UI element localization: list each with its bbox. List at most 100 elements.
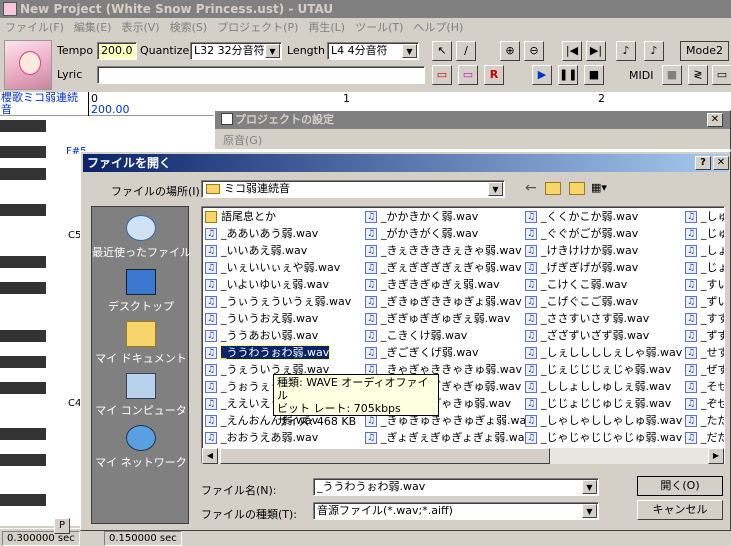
place-desktop[interactable]: デスクトップ	[92, 265, 190, 315]
file-item[interactable]: _けきけけか弱.wav	[524, 243, 638, 259]
menu-project[interactable]: プロジェクト(P)	[212, 18, 303, 37]
cancel-button[interactable]: キャンセル	[637, 500, 723, 520]
close-icon[interactable]: ✕	[713, 156, 729, 170]
file-item[interactable]: _しぇししししぇしゃ弱.wav	[524, 345, 682, 361]
file-item[interactable]: _ううわうぉわ弱.wav	[204, 345, 331, 361]
file-item[interactable]: _しゃしゃししゃしゅ弱.wav	[524, 413, 682, 429]
file-item[interactable]: _ぎごぎくげ弱.wav	[364, 345, 478, 361]
piano-keyboard[interactable]: F#5 C5 C4	[0, 116, 88, 526]
up-folder-icon[interactable]	[545, 182, 561, 195]
lyric-input[interactable]	[97, 66, 425, 84]
new-folder-icon[interactable]	[569, 182, 585, 195]
quantize-select[interactable]: L32 32分音符 ▼	[190, 42, 282, 60]
stop-icon[interactable]: ■	[584, 65, 604, 85]
file-item[interactable]: _だだ	[684, 430, 724, 446]
file-item[interactable]: _すす	[684, 311, 724, 327]
file-item[interactable]: _ううあおい弱.wav	[204, 328, 318, 344]
file-item[interactable]: _ししょししゅしぇ弱.wav	[524, 379, 671, 395]
file-item[interactable]: _ただ	[684, 413, 724, 429]
black-key[interactable]	[0, 282, 46, 294]
folder-item[interactable]: 語尾息とか	[204, 209, 276, 225]
pause-icon[interactable]: ❚❚	[558, 65, 578, 85]
file-item[interactable]: _いぇいいぃぇや弱.wav	[204, 260, 340, 276]
pencil-icon[interactable]: ∕	[456, 41, 476, 61]
black-key[interactable]	[0, 146, 46, 158]
place-network[interactable]: マイ ネットワーク	[92, 421, 190, 471]
black-key[interactable]	[0, 454, 46, 466]
file-item[interactable]: _じゅ	[684, 226, 724, 242]
menu-view[interactable]: 表示(V)	[116, 18, 164, 37]
open-button[interactable]: 開く(O)	[637, 476, 723, 496]
help-icon[interactable]: ?	[695, 156, 711, 170]
note-left-icon[interactable]: ♪	[616, 41, 636, 61]
black-key[interactable]	[0, 120, 46, 132]
view-menu-icon[interactable]: ▦▾	[591, 180, 613, 196]
black-key[interactable]	[0, 330, 46, 342]
file-item[interactable]: _ああいあう弱.wav	[204, 226, 318, 242]
file-item[interactable]: _こきくけ弱.wav	[364, 328, 467, 344]
file-item[interactable]: _いよいゆいぇ弱.wav	[204, 277, 329, 293]
file-item[interactable]: _じゃじゃじじゃじゅ弱.wav	[524, 430, 682, 446]
menu-help[interactable]: ヘルプ(H)	[408, 18, 468, 37]
file-item[interactable]: _ぐぐがごが弱.wav	[524, 226, 638, 242]
file-item[interactable]: _すい	[684, 277, 724, 293]
black-key[interactable]	[0, 256, 46, 268]
file-item[interactable]: _ぞぜ	[684, 396, 724, 412]
insert-note-icon[interactable]: ▭	[432, 65, 452, 85]
file-item[interactable]: _ざざずいざず弱.wav	[524, 328, 649, 344]
go-start-icon[interactable]: |◀	[562, 41, 582, 61]
file-item[interactable]: _いいあえ弱.wav	[204, 243, 307, 259]
place-documents[interactable]: マイ ドキュメント	[92, 317, 190, 367]
file-item[interactable]: _しゅ	[684, 209, 724, 225]
location-select[interactable]: ミコ弱連続音 ▼	[201, 180, 505, 198]
mode2-button[interactable]: Mode2	[680, 41, 729, 61]
go-end-icon[interactable]: ▶|	[586, 41, 606, 61]
p-button[interactable]: P	[54, 518, 70, 534]
file-item[interactable]: _ずず	[684, 328, 724, 344]
menu-search[interactable]: 検索(S)	[165, 18, 213, 37]
file-item[interactable]: _せす	[684, 345, 724, 361]
arrow-cursor-icon[interactable]: ↖	[432, 41, 452, 61]
file-item[interactable]: _ぎぇぎぎぎぎぇぎゃ弱.wav	[364, 260, 522, 276]
black-key[interactable]	[0, 204, 46, 216]
black-key[interactable]	[0, 428, 46, 440]
file-item[interactable]: _ぎょぎぇぎゅぎょぎょ弱.wav	[364, 430, 531, 446]
menu-play[interactable]: 再生(L)	[303, 18, 350, 37]
menu-edit[interactable]: 編集(E)	[69, 18, 117, 37]
file-item[interactable]: _こけくこ弱.wav	[524, 277, 627, 293]
file-item[interactable]: _ぎぎゅぎぎゅぎぇ弱.wav	[364, 311, 510, 327]
file-item[interactable]: _しょ	[684, 243, 724, 259]
black-key[interactable]	[0, 494, 46, 506]
file-item[interactable]: _げぎぎげが弱.wav	[524, 260, 638, 276]
file-item[interactable]: _ぎきゅぎききゅぎょ弱.wav	[364, 294, 522, 310]
file-item[interactable]: _おおうえあ弱.wav	[204, 430, 318, 446]
filetype-select[interactable]: 音源ファイル(*.wav;*.aiff) ▼	[313, 502, 599, 520]
midi-settings-icon[interactable]: ▭	[712, 65, 731, 85]
note-right-icon[interactable]: ♪	[644, 41, 664, 61]
tempo-input[interactable]: 200.0	[97, 42, 137, 60]
menu-tools[interactable]: ツール(T)	[350, 18, 408, 37]
file-item[interactable]: _ういうおえ弱.wav	[204, 311, 318, 327]
black-key[interactable]	[0, 356, 46, 368]
file-item[interactable]: _ささすいさす弱.wav	[524, 311, 649, 327]
file-item[interactable]: _じじょじじゅじぇ弱.wav	[524, 396, 671, 412]
r-note-icon[interactable]: R	[484, 65, 504, 85]
singer-avatar[interactable]	[4, 40, 52, 90]
file-item[interactable]: _じょ	[684, 260, 724, 276]
file-item[interactable]: _そせ	[684, 379, 724, 395]
file-item[interactable]: _かかきかく弱.wav	[364, 209, 478, 225]
place-computer[interactable]: マイ コンピュータ	[92, 369, 190, 419]
horizontal-scrollbar[interactable]: ◀ ▶	[202, 448, 724, 464]
file-item[interactable]: _ぜず	[684, 362, 724, 378]
file-item[interactable]: _うぃうぇういうぇ弱.wav	[204, 294, 351, 310]
file-item[interactable]: _ずい	[684, 294, 724, 310]
back-icon[interactable]: ←	[525, 180, 537, 196]
play-icon[interactable]: ▶	[532, 65, 552, 85]
file-item[interactable]: _きぎきぎゅぎぇ弱.wav	[364, 277, 500, 293]
file-item[interactable]: _じぇじじじぇじゃ弱.wav	[524, 362, 671, 378]
filename-input[interactable]: _ううわうぉわ弱.wav ▼	[313, 478, 599, 496]
file-item[interactable]: _がかきがく弱.wav	[364, 226, 478, 242]
zoom-out-icon[interactable]: ⊖	[524, 41, 544, 61]
close-icon[interactable]: ✕	[707, 113, 723, 127]
delete-note-icon[interactable]: ▭	[458, 65, 478, 85]
